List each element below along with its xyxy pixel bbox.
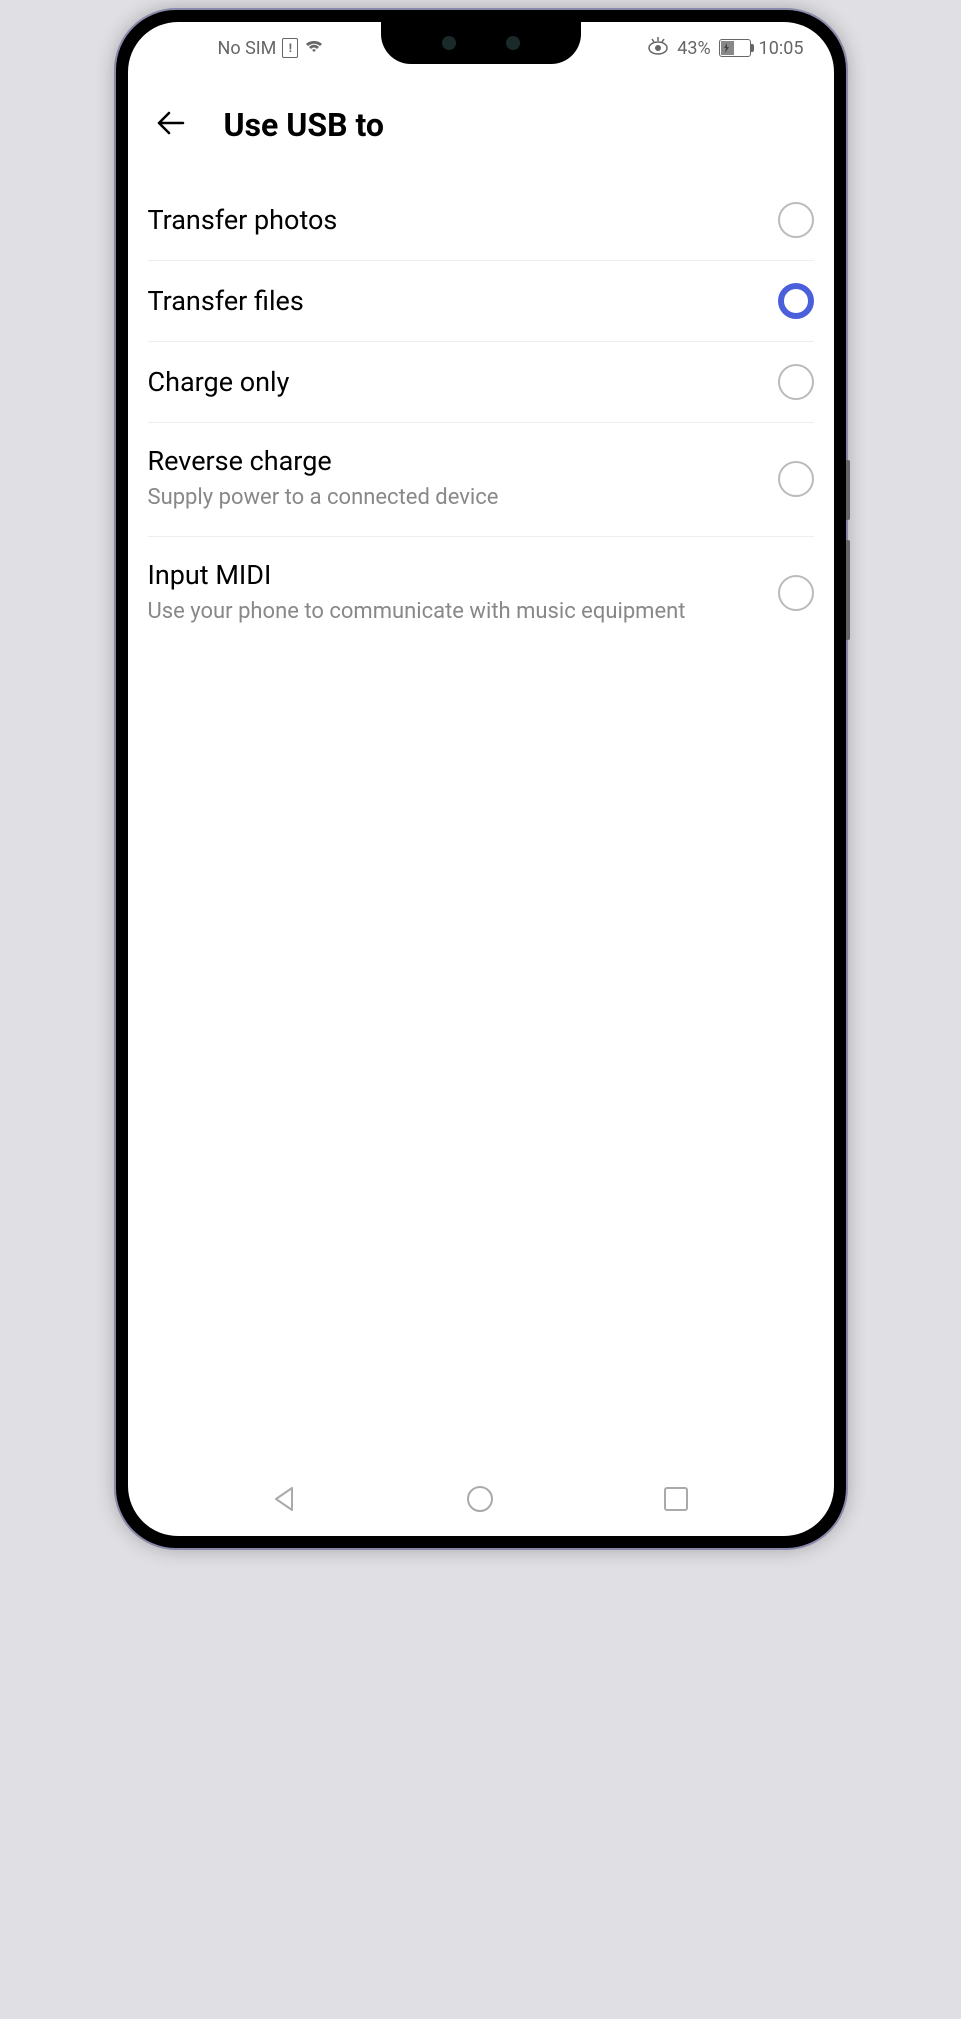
option-title: Charge only (148, 366, 758, 398)
triangle-back-icon (270, 1484, 300, 1514)
option-title: Input MIDI (148, 559, 758, 591)
option-subtitle: Use your phone to communicate with music… (148, 597, 758, 628)
option-reverse-charge[interactable]: Reverse charge Supply power to a connect… (148, 423, 814, 537)
option-charge-only[interactable]: Charge only (148, 342, 814, 423)
back-arrow-icon (153, 105, 189, 141)
radio-button[interactable] (778, 202, 814, 238)
option-subtitle: Supply power to a connected device (148, 483, 758, 514)
header: Use USB to (128, 70, 834, 180)
notch (381, 22, 581, 64)
sim-status-text: No SIM (218, 38, 277, 59)
option-transfer-photos[interactable]: Transfer photos (148, 180, 814, 261)
radio-button[interactable] (778, 461, 814, 497)
time-text: 10:05 (759, 38, 804, 59)
option-title: Transfer files (148, 285, 758, 317)
sim-icon: ! (282, 38, 298, 58)
radio-button[interactable] (778, 575, 814, 611)
option-title: Transfer photos (148, 204, 758, 236)
eye-icon (647, 37, 669, 60)
radio-button[interactable] (778, 364, 814, 400)
battery-icon (719, 39, 751, 57)
nav-home-button[interactable] (455, 1474, 505, 1528)
navigation-bar (128, 1466, 834, 1536)
nav-recent-button[interactable] (651, 1474, 701, 1528)
page-title: Use USB to (224, 106, 384, 144)
wifi-icon (304, 38, 324, 59)
phone-screen: No SIM ! 43% (128, 22, 834, 1536)
radio-button-selected[interactable] (778, 283, 814, 319)
option-input-midi[interactable]: Input MIDI Use your phone to communicate… (148, 537, 814, 650)
option-transfer-files[interactable]: Transfer files (148, 261, 814, 342)
options-list: Transfer photos Transfer files Charge on… (128, 180, 834, 650)
back-button[interactable] (148, 100, 194, 150)
battery-percent-text: 43% (677, 38, 710, 59)
nav-back-button[interactable] (260, 1474, 310, 1528)
square-recent-icon (661, 1484, 691, 1514)
phone-frame: No SIM ! 43% (116, 10, 846, 1548)
option-title: Reverse charge (148, 445, 758, 477)
circle-home-icon (465, 1484, 495, 1514)
